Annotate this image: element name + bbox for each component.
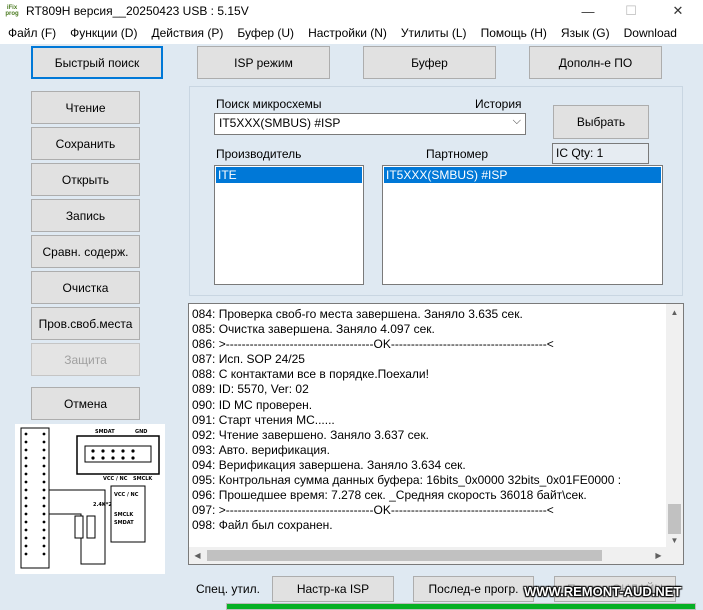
log-vscroll-thumb[interactable] <box>668 504 681 534</box>
menu-bar: Файл (F) Функции (D) Действия (P) Буфер … <box>0 22 703 44</box>
menu-actions[interactable]: Действия (P) <box>144 26 230 40</box>
window-title: RT809H версия__20250423 USB : 5.15V <box>26 4 249 18</box>
log-vertical-scrollbar[interactable]: ▲ ▼ <box>666 304 683 549</box>
log-horizontal-scrollbar[interactable]: ◀ ▶ <box>189 547 667 564</box>
diagram-vcc-bottom: VCC / NC <box>103 476 128 482</box>
watermark: WWW.REMONT-AUD.NET <box>524 584 682 599</box>
part-number-list[interactable]: IT5XXX(SMBUS) #ISP <box>382 165 663 285</box>
log-output[interactable]: 084: Проверка своб-го места завершена. З… <box>188 303 684 565</box>
scroll-corner <box>666 547 683 564</box>
menu-buffer[interactable]: Буфер (U) <box>230 26 301 40</box>
manufacturer-list[interactable]: ITE <box>214 165 364 285</box>
buffer-button[interactable]: Буфер <box>363 46 496 79</box>
log-line: 088: С контактами все в порядке.Поехали! <box>192 367 429 382</box>
chevron-down-icon[interactable]: ⌵ <box>513 115 521 128</box>
ic-qty-field: IC Qty: 1 <box>552 143 649 164</box>
quick-search-button[interactable]: Быстрый поиск <box>31 46 163 79</box>
read-button[interactable]: Чтение <box>31 91 140 124</box>
maximize-icon: ☐ <box>625 3 637 18</box>
log-hscroll-thumb[interactable] <box>207 550 602 561</box>
menu-file[interactable]: Файл (F) <box>0 26 63 40</box>
menu-settings[interactable]: Настройки (N) <box>301 26 394 40</box>
app-logo-icon: iFix prog <box>3 2 21 20</box>
blank-check-button[interactable]: Пров.своб.места <box>31 307 140 340</box>
log-line: 086: >----------------------------------… <box>192 337 554 352</box>
log-line: 094: Верификация завершена. Заняло 3.634… <box>192 457 466 472</box>
menu-utilities[interactable]: Утилиты (L) <box>394 26 474 40</box>
log-line: 096: Прошедшее время: 7.278 сек. _Средня… <box>192 488 587 503</box>
maximize-button[interactable]: ☐ <box>608 0 654 22</box>
log-line: 093: Авто. верификация. <box>192 442 330 457</box>
title-bar: iFix prog RT809H версия__20250423 USB : … <box>0 0 703 22</box>
log-line: 085: Очистка завершена. Заняло 4.097 сек… <box>192 322 435 337</box>
log-line: 095: Контрольная сумма данных буфера: 16… <box>192 473 622 488</box>
history-label[interactable]: История <box>475 97 522 111</box>
log-line: 097: >----------------------------------… <box>192 503 554 518</box>
log-line: 092: Чтение завершено. Заняло 3.637 сек. <box>192 427 429 442</box>
special-utilities-label: Спец. утил. <box>196 582 260 596</box>
operation-progress-bar <box>226 603 696 610</box>
compare-button[interactable]: Сравн. содерж. <box>31 235 140 268</box>
close-icon: ✕ <box>672 3 684 18</box>
diagram-smdat-top: SMDAT <box>95 429 115 435</box>
isp-settings-button[interactable]: Настр-ка ISP <box>272 576 394 602</box>
write-button[interactable]: Запись <box>31 199 140 232</box>
manufacturer-label: Производитель <box>216 147 302 161</box>
log-line: 091: Старт чтения MC...... <box>192 412 335 427</box>
scroll-left-icon[interactable]: ◀ <box>189 547 206 564</box>
chip-search-label: Поиск микросхемы <box>216 97 322 111</box>
minimize-button[interactable]: — <box>565 0 611 22</box>
log-line: 084: Проверка своб-го места завершена. З… <box>192 307 523 321</box>
app-logo-text-2: prog <box>5 11 19 17</box>
chip-pinout-diagram: SMDAT GND VCC / NC SMCLK 2.4K*2 VCC / NC… <box>15 424 165 574</box>
extra-software-button[interactable]: Дополн-е ПО <box>529 46 662 79</box>
log-line: 089: ID: 5570, Ver: 02 <box>192 382 309 397</box>
sequential-programming-button[interactable]: Послед-е прогр. <box>413 576 534 602</box>
scroll-right-icon[interactable]: ▶ <box>650 547 667 564</box>
diagram-smclk-side: SMCLK <box>114 512 134 518</box>
erase-button[interactable]: Очистка <box>31 271 140 304</box>
log-line: 090: ID MC проверен. <box>192 397 313 412</box>
progress-fill <box>227 604 695 609</box>
minimize-icon: — <box>581 3 595 19</box>
menu-download[interactable]: Download <box>617 26 684 40</box>
manufacturer-item-ite[interactable]: ITE <box>216 167 362 183</box>
scroll-up-icon[interactable]: ▲ <box>666 304 683 321</box>
close-button[interactable]: ✕ <box>655 0 701 22</box>
protect-button[interactable]: Защита <box>31 343 140 376</box>
diagram-smdat-side: SMDAT <box>114 520 134 526</box>
open-button[interactable]: Открыть <box>31 163 140 196</box>
menu-functions[interactable]: Функции (D) <box>63 26 144 40</box>
save-button[interactable]: Сохранить <box>31 127 140 160</box>
chip-search-value: IT5XXX(SMBUS) #ISP <box>219 116 341 130</box>
log-line: 087: Исп. SOP 24/25 <box>192 352 305 367</box>
diagram-vcc-side: VCC / NC <box>114 492 139 498</box>
cancel-button[interactable]: Отмена <box>31 387 140 420</box>
select-chip-button[interactable]: Выбрать <box>553 105 649 139</box>
menu-help[interactable]: Помощь (H) <box>474 26 554 40</box>
log-line: 098: Файл был сохранен. <box>192 518 333 533</box>
menu-language[interactable]: Язык (G) <box>554 26 617 40</box>
isp-mode-button[interactable]: ISP режим <box>197 46 330 79</box>
diagram-resistor: 2.4K*2 <box>93 502 112 508</box>
part-number-label: Партномер <box>426 147 489 161</box>
pinout-svg: SMDAT GND VCC / NC SMCLK 2.4K*2 VCC / NC… <box>20 427 160 569</box>
chip-search-combo[interactable]: IT5XXX(SMBUS) #ISP ⌵ <box>214 113 526 135</box>
log-lines: 084: Проверка своб-го места завершена. З… <box>192 307 621 533</box>
diagram-smclk-bottom: SMCLK <box>133 476 153 482</box>
diagram-gnd: GND <box>135 429 147 435</box>
part-item-it5xxx[interactable]: IT5XXX(SMBUS) #ISP <box>384 167 661 183</box>
